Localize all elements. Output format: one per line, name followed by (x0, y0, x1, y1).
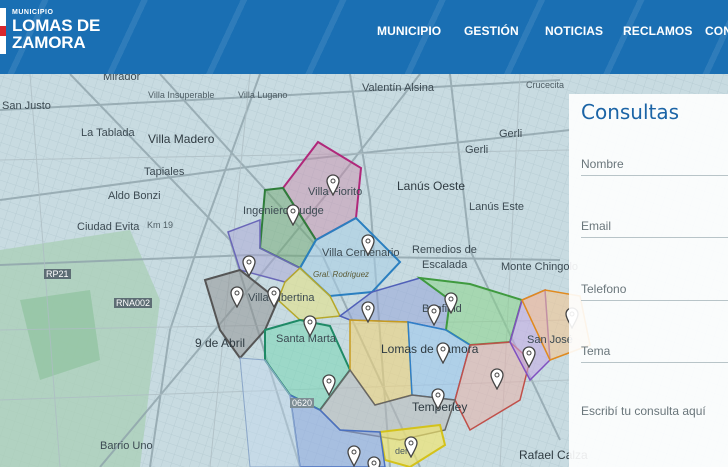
map-label-tapiales: Tapiales (144, 166, 185, 178)
map-pin[interactable] (322, 374, 336, 396)
map-label-san-justo: San Justo (2, 100, 51, 112)
map-label-ciudad-evita: Ciudad Evita (77, 221, 140, 233)
logo-line-1: LOMAS DE (12, 16, 101, 35)
map-pin[interactable] (242, 255, 256, 277)
map-label-aldo-bonzi: Aldo Bonzi (108, 190, 161, 202)
map-label-remedios: Remedios de (412, 244, 477, 256)
map-pin[interactable] (361, 301, 375, 323)
map-label-9-de-abril: 9 de Abril (195, 336, 246, 350)
nav-noticias[interactable]: NOTICIAS (545, 24, 603, 38)
map-pin[interactable] (347, 445, 361, 467)
logo-line-2: ZAMORA (12, 33, 86, 52)
nav-municipio[interactable]: MUNICIPIO (377, 24, 441, 38)
nav-reclamos[interactable]: RECLAMOS (623, 24, 692, 38)
map-pin[interactable] (367, 456, 381, 467)
map-label-la-tablada: La Tablada (81, 127, 135, 139)
map-label-gral-rodriguez: Gral. Rodriguez (313, 270, 370, 279)
map-pin[interactable] (431, 388, 445, 410)
map-pin[interactable] (444, 292, 458, 314)
map-label-ingeniero-budge: Ingeniero Budge (243, 205, 324, 217)
map-label-rp21: RP21 (44, 269, 71, 279)
map-pin[interactable] (303, 315, 317, 337)
map-pin[interactable] (490, 368, 504, 390)
tema-field[interactable] (581, 339, 728, 363)
logo-text: MUNICIPIO LOMAS DE ZAMORA (12, 8, 100, 51)
map-pin[interactable] (522, 346, 536, 368)
map-label-villa-insuperable: Villa Insuperable (148, 90, 215, 100)
map-label-san-jose: San José (527, 334, 573, 346)
map-label-villa-madero: Villa Madero (148, 132, 215, 146)
municipality-logo[interactable]: MUNICIPIO LOMAS DE ZAMORA (0, 8, 100, 54)
nav-consultas[interactable]: CONS (705, 24, 728, 38)
map-pin[interactable] (427, 304, 441, 326)
map-label-escalada: Escalada (422, 259, 468, 271)
map-pin[interactable] (230, 286, 244, 308)
map-pin[interactable] (267, 286, 281, 308)
map-label-lomas-de-zamora: Lomas de Zamora (381, 342, 479, 356)
map-label-lanus-oeste: Lanús Oeste (397, 179, 466, 193)
map-label-km19: Km 19 (147, 220, 174, 230)
map-label-mirador: Mirador (103, 74, 141, 83)
map-pin[interactable] (326, 174, 340, 196)
map-label-villa-albertina: Villa Albertina (248, 292, 315, 304)
map-label-crucecita: Crucecita (526, 80, 565, 90)
map-pin[interactable] (404, 436, 418, 458)
map-pin[interactable] (361, 234, 375, 256)
form-title: Consultas (581, 100, 680, 124)
header-pattern (0, 0, 728, 74)
telefono-field[interactable] (581, 277, 728, 301)
map-label-valentin-alsina: Valentín Alsina (362, 82, 434, 94)
map-label-villa-lugano: Villa Lugano (238, 90, 288, 100)
map-label-barrio-uno: Barrio Uno (100, 440, 153, 452)
map-pin[interactable] (436, 342, 450, 364)
map-label-lanus-este: Lanús Este (469, 201, 525, 213)
nav-gestion[interactable]: GESTIÓN (464, 24, 519, 38)
nombre-field[interactable] (581, 152, 728, 176)
map-label-rna002: RNA002 (114, 298, 153, 308)
site-header: MUNICIPIO LOMAS DE ZAMORA MUNICIPIO GEST… (0, 0, 728, 74)
logo-flag-icon (0, 8, 6, 54)
consulta-textarea[interactable] (581, 404, 728, 444)
email-field[interactable] (581, 214, 728, 238)
map-label-route: 0620 (290, 398, 315, 408)
consultas-form: Consultas (569, 94, 728, 467)
map-label-monte-chingolo: Monte Chingolo (501, 261, 579, 273)
map-label-gerli-2: Gerli (465, 144, 489, 156)
map-pin[interactable] (286, 204, 300, 226)
map-label-gerli: Gerli (499, 128, 523, 140)
